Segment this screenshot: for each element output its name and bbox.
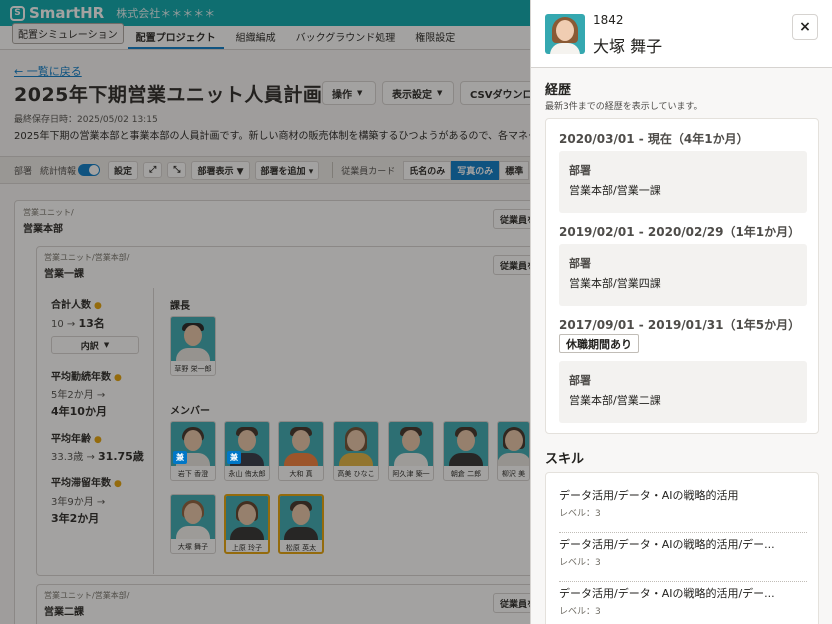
history-label: 部署 <box>569 374 591 387</box>
history-card: 2020/03/01 - 現在（4年1か月） 部署 営業本部/営業一課 2019… <box>545 118 819 434</box>
history-period: 2019/02/01 - 2020/02/29（1年1か月） <box>559 225 801 239</box>
history-detail: 部署 営業本部/営業一課 <box>559 151 807 213</box>
skill-item: データ活用/データ・AIの戦略的活用/デー... レベル：3 <box>559 536 807 582</box>
history-value: 営業本部/営業二課 <box>569 394 661 407</box>
history-detail: 部署 営業本部/営業二課 <box>559 361 807 423</box>
skill-name: データ活用/データ・AIの戦略的活用/デー... <box>559 587 775 600</box>
history-period: 2017/09/01 - 2019/01/31（1年5か月） <box>559 318 801 332</box>
history-period: 2020/03/01 - 現在（4年1か月） <box>559 132 749 146</box>
history-label: 部署 <box>569 257 591 270</box>
history-value: 営業本部/営業一課 <box>569 184 661 197</box>
skills-card: データ活用/データ・AIの戦略的活用 レベル：3 データ活用/データ・AIの戦略… <box>545 472 819 624</box>
modal-overlay[interactable] <box>0 0 530 624</box>
panel-header: 1842 大塚 舞子 × <box>531 0 832 68</box>
skill-level: レベル：3 <box>559 509 601 519</box>
concurrent-badge: 兼 <box>173 451 187 464</box>
history-label: 部署 <box>569 164 591 177</box>
skill-level: レベル：3 <box>559 607 601 617</box>
skill-item: データ活用/データ・AIの戦略的活用 レベル：3 <box>559 487 807 533</box>
skills-title: スキル <box>545 452 585 467</box>
skill-name: データ活用/データ・AIの戦略的活用 <box>559 489 739 502</box>
history-description: 最新3件までの経歴を表示しています。 <box>545 102 703 112</box>
concurrent-badge: 兼 <box>227 451 241 464</box>
history-title: 経歴 <box>545 83 572 98</box>
skill-name: データ活用/データ・AIの戦略的活用/デー... <box>559 538 775 551</box>
close-icon[interactable]: × <box>792 14 818 40</box>
skill-level: レベル：3 <box>559 558 601 568</box>
avatar <box>545 14 585 54</box>
employee-detail-panel: 1842 大塚 舞子 × 経歴 最新3件までの経歴を表示しています。 2020/… <box>530 0 832 624</box>
leave-badge: 休職期間あり <box>559 334 639 353</box>
employee-full-name: 大塚 舞子 <box>593 37 663 56</box>
history-detail: 部署 営業本部/営業四課 <box>559 244 807 306</box>
skill-item: データ活用/データ・AIの戦略的活用/デー... レベル：3 <box>559 585 807 624</box>
employee-number: 1842 <box>593 13 624 27</box>
history-value: 営業本部/営業四課 <box>569 277 661 290</box>
